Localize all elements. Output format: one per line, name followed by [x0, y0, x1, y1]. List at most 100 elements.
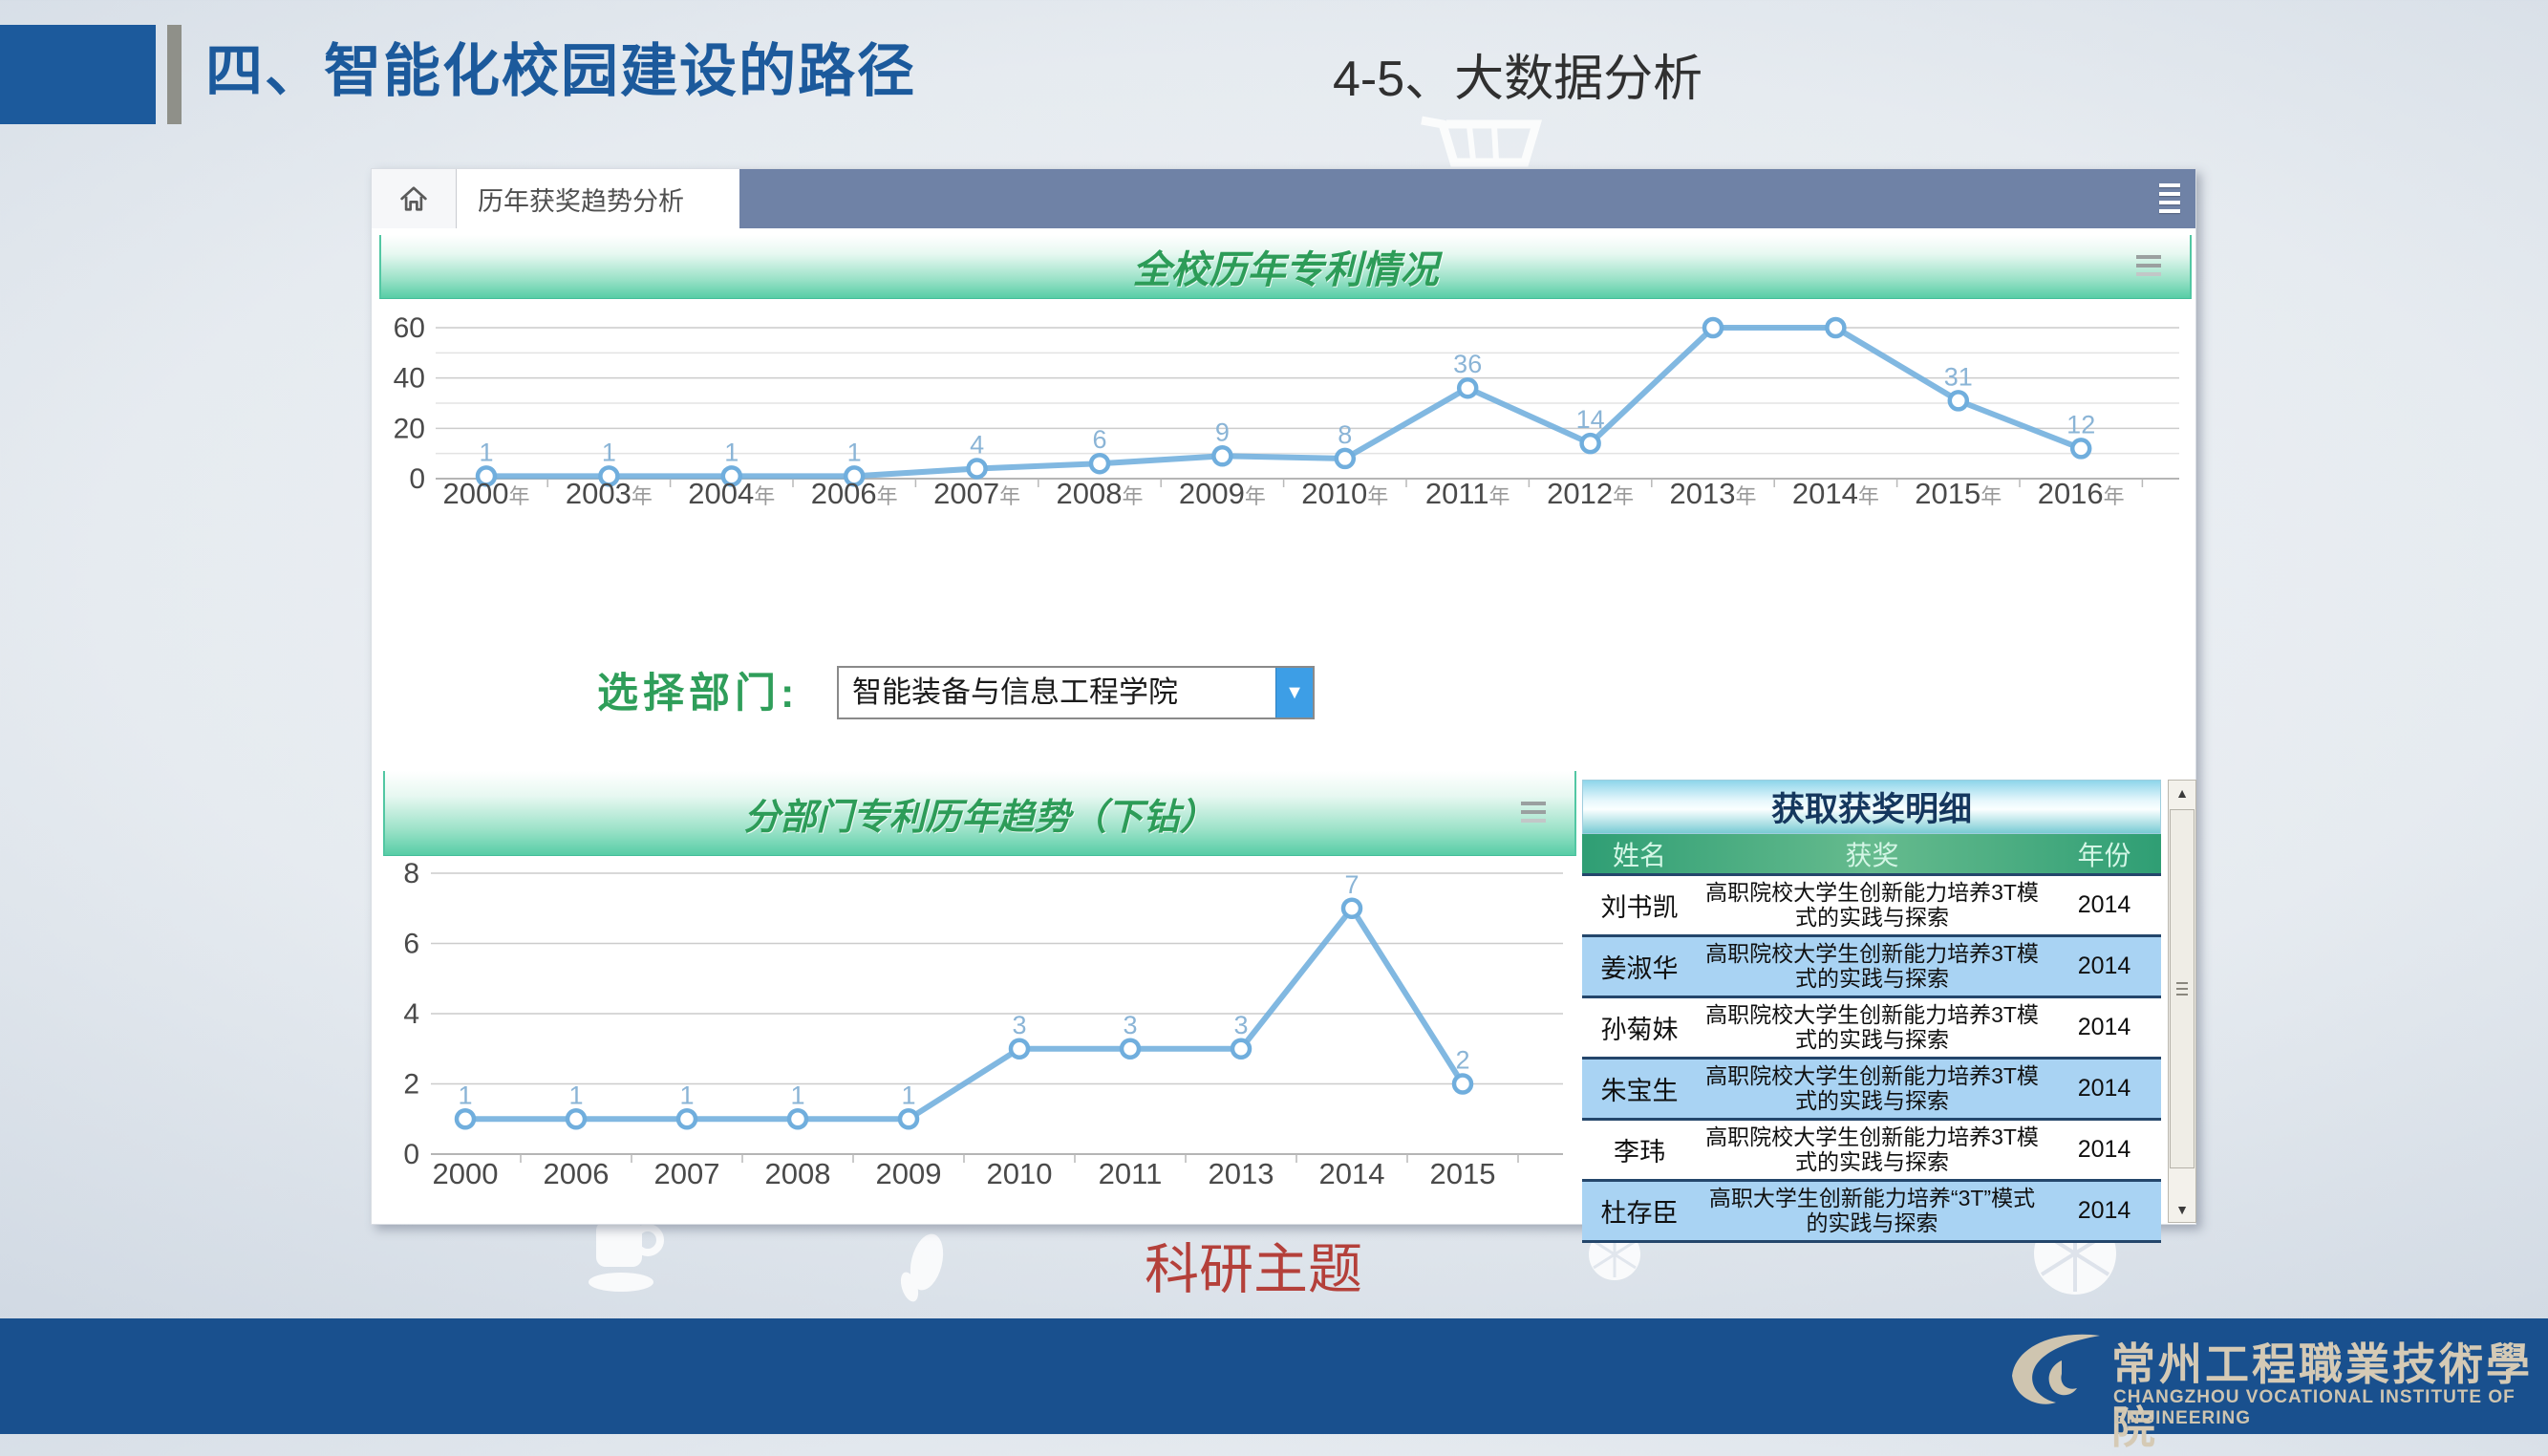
home-tab-button[interactable] — [372, 169, 457, 228]
school-patents-line-chart[interactable]: 020406012000年12003年12004年12006年42007年620… — [383, 305, 2191, 582]
awards-table-header: 姓名 获奖 年份 — [1582, 834, 2161, 876]
point-label: 1 — [458, 1081, 472, 1109]
tab-label: 历年获奖趋势分析 — [457, 181, 684, 218]
cell-year: 2014 — [2047, 1060, 2161, 1118]
data-point[interactable] — [1950, 392, 1967, 409]
cell-year: 2014 — [2047, 1182, 2161, 1240]
dropdown-arrow-icon[interactable]: ▼ — [1275, 668, 1313, 717]
chart2-menu-icon[interactable] — [1521, 802, 1546, 827]
header-accent-bar — [167, 25, 182, 124]
y-axis-label: 4 — [403, 998, 419, 1030]
cell-award: 高职院校大学生创新能力培养3T模式的实践与探索 — [1697, 1121, 2047, 1179]
data-point[interactable] — [678, 1110, 696, 1127]
institute-logo-icon — [2004, 1330, 2104, 1416]
point-label: 31 — [1944, 362, 1973, 391]
data-point[interactable] — [1582, 435, 1599, 452]
y-axis-label: 6 — [403, 929, 419, 960]
x-axis-label: 2003年 — [566, 477, 653, 510]
point-label: 3 — [1123, 1011, 1137, 1039]
cell-name: 孙菊妹 — [1582, 998, 1697, 1057]
footer-bar: 常州工程職業技術學院 CHANGZHOU VOCATIONAL INSTITUT… — [0, 1318, 2548, 1434]
data-point[interactable] — [1459, 379, 1476, 396]
cell-name: 姜淑华 — [1582, 937, 1697, 996]
cell-award: 高职院校大学生创新能力培养3T模式的实践与探索 — [1697, 998, 2047, 1057]
x-axis-label: 2010 — [987, 1157, 1053, 1190]
cell-award: 高职院校大学生创新能力培养3T模式的实践与探索 — [1697, 876, 2047, 934]
cell-year: 2014 — [2047, 998, 2161, 1057]
scrollbar-thumb[interactable] — [2170, 809, 2195, 1168]
y-axis-label: 2 — [403, 1069, 419, 1101]
y-axis-label: 8 — [403, 858, 419, 889]
x-axis-label: 2006 — [544, 1157, 610, 1190]
point-label: 1 — [479, 438, 493, 466]
coffee-cup-watermark-icon — [581, 1215, 676, 1313]
point-label: 1 — [847, 438, 862, 466]
point-label: 9 — [1215, 418, 1230, 446]
department-selector-label: 选择部门: — [597, 660, 799, 719]
chart1-title: 全校历年专利情况 — [1133, 239, 1439, 294]
cell-year: 2014 — [2047, 1121, 2161, 1179]
point-label: 12 — [2066, 410, 2095, 439]
table-row[interactable]: 刘书凯高职院校大学生创新能力培养3T模式的实践与探索2014 — [1582, 876, 2161, 937]
table-row[interactable]: 朱宝生高职院校大学生创新能力培养3T模式的实践与探索2014 — [1582, 1060, 2161, 1121]
cell-year: 2014 — [2047, 876, 2161, 934]
data-point[interactable] — [789, 1110, 806, 1127]
data-point[interactable] — [1827, 319, 1844, 336]
x-axis-label: 2007年 — [933, 477, 1020, 510]
chart1-menu-icon[interactable] — [2136, 255, 2161, 281]
department-select[interactable]: 智能装备与信息工程学院 ▼ — [837, 666, 1315, 719]
x-axis-label: 2008 — [765, 1157, 831, 1190]
table-row[interactable]: 孙菊妹高职院校大学生创新能力培养3T模式的实践与探索2014 — [1582, 998, 2161, 1060]
data-point[interactable] — [1122, 1040, 1139, 1058]
data-point[interactable] — [457, 1110, 474, 1127]
table-scrollbar[interactable]: ▲ ▼ — [2168, 780, 2196, 1223]
department-patents-line-chart[interactable]: 0246812000120061200712008120093201032011… — [383, 857, 1574, 1203]
x-axis-label: 2004年 — [688, 477, 775, 510]
x-axis-label: 2006年 — [811, 477, 898, 510]
data-point[interactable] — [1213, 447, 1231, 464]
table-row[interactable]: 姜淑华高职院校大学生创新能力培养3T模式的实践与探索2014 — [1582, 937, 2161, 998]
section-title: 四、智能化校园建设的路径 — [205, 25, 916, 108]
x-axis-label: 2009 — [876, 1157, 942, 1190]
scroll-down-icon[interactable]: ▼ — [2169, 1197, 2195, 1222]
point-label: 36 — [1453, 350, 1482, 378]
x-axis-label: 2009年 — [1179, 477, 1266, 510]
x-axis-label: 2014 — [1319, 1157, 1385, 1190]
tabbar-menu-icon[interactable] — [2159, 183, 2180, 213]
x-axis-label: 2014年 — [1792, 477, 1879, 510]
cell-name: 刘书凯 — [1582, 876, 1697, 934]
y-axis-label: 60 — [394, 312, 425, 344]
point-label: 3 — [1233, 1011, 1248, 1039]
x-axis-label: 2016年 — [2038, 477, 2125, 510]
point-label: 1 — [724, 438, 739, 466]
data-point[interactable] — [1091, 455, 1108, 472]
x-axis-label: 2011年 — [1425, 477, 1510, 510]
data-point[interactable] — [1011, 1040, 1028, 1058]
data-point[interactable] — [1454, 1076, 1471, 1093]
data-point[interactable] — [2072, 439, 2089, 457]
data-point[interactable] — [900, 1110, 917, 1127]
cell-award: 高职院校大学生创新能力培养3T模式的实践与探索 — [1697, 937, 2047, 996]
data-point[interactable] — [1343, 900, 1360, 917]
data-point[interactable] — [567, 1110, 585, 1127]
point-label: 2 — [1455, 1046, 1469, 1075]
point-label: 14 — [1576, 405, 1605, 434]
cell-year: 2014 — [2047, 937, 2161, 996]
point-label: 7 — [1344, 870, 1359, 899]
data-point[interactable] — [1704, 319, 1722, 336]
point-label: 6 — [1092, 425, 1106, 454]
data-point[interactable] — [1337, 450, 1354, 467]
data-point[interactable] — [969, 460, 986, 477]
tab-award-trend-analysis[interactable]: 历年获奖趋势分析 — [457, 169, 739, 228]
table-row[interactable]: 杜存臣高职大学生创新能力培养“3T”模式的实践与探索2014 — [1582, 1182, 2161, 1243]
awards-table-title: 获取获奖明细 — [1582, 780, 2161, 834]
table-row[interactable]: 李玮高职院校大学生创新能力培养3T模式的实践与探索2014 — [1582, 1121, 2161, 1182]
x-axis-label: 2013 — [1209, 1157, 1274, 1190]
x-axis-label: 2007 — [654, 1157, 720, 1190]
scroll-up-icon[interactable]: ▲ — [2169, 781, 2195, 805]
y-axis-label: 0 — [409, 463, 425, 495]
cell-name: 杜存臣 — [1582, 1182, 1697, 1240]
x-axis-label: 2015年 — [1915, 477, 2002, 510]
data-point[interactable] — [1232, 1040, 1250, 1058]
awards-detail-table: 获取获奖明细 姓名 获奖 年份 刘书凯高职院校大学生创新能力培养3T模式的实践与… — [1582, 780, 2161, 1243]
